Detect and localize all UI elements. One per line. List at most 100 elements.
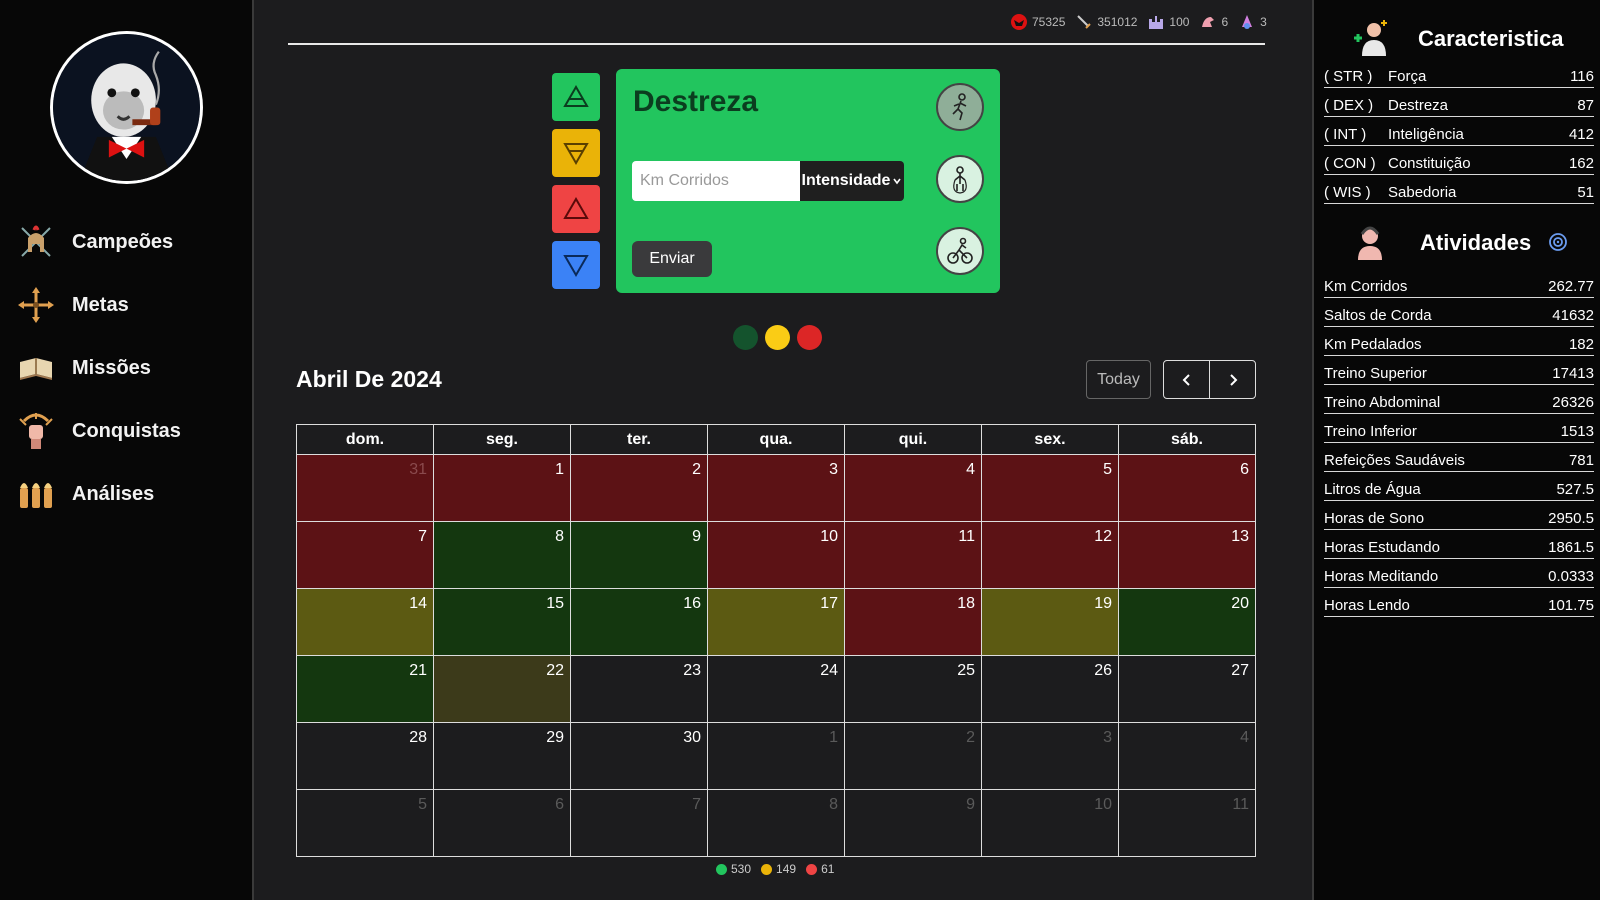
weekday-header: dom. <box>296 424 434 455</box>
fire-element-button[interactable] <box>552 185 600 233</box>
air-element-button[interactable] <box>552 73 600 121</box>
running-activity-button[interactable] <box>936 83 984 131</box>
activity-row: Horas Estudando 1861.5 <box>1324 537 1594 559</box>
water-element-button[interactable] <box>552 241 600 289</box>
monkey-logo[interactable] <box>50 31 203 184</box>
activity-value: 17413 <box>1552 365 1594 382</box>
calendar-day-cell[interactable]: 19 <box>981 588 1119 656</box>
calendar-day-cell[interactable]: 2 <box>570 454 708 522</box>
attribute-name: Sabedoria <box>1388 184 1457 201</box>
calendar-day-cell[interactable]: 8 <box>707 789 845 857</box>
legend-item: 530 <box>716 862 751 876</box>
fire-triangle-icon <box>563 197 589 219</box>
red-filter-dot[interactable] <box>797 325 822 350</box>
monkey-logo-icon <box>53 34 200 181</box>
spartan-helmet-icon <box>16 222 56 262</box>
nav-item-analises[interactable]: Análises <box>16 470 236 518</box>
today-button[interactable]: Today <box>1086 360 1151 399</box>
jump-rope-activity-button[interactable] <box>936 155 984 203</box>
calendar-day-cell[interactable]: 28 <box>296 722 434 790</box>
attribute-abbr: ( INT ) <box>1324 126 1367 143</box>
activity-row: Treino Inferior 1513 <box>1324 421 1594 443</box>
activity-name: Refeições Saudáveis <box>1324 452 1465 469</box>
calendar-day-cell[interactable]: 16 <box>570 588 708 656</box>
character-plus-icon <box>1350 18 1390 58</box>
activity-value: 101.75 <box>1548 597 1594 614</box>
green-dot-icon <box>716 863 727 875</box>
calendar-day-cell[interactable]: 12 <box>981 521 1119 589</box>
calendar-day-cell[interactable]: 3 <box>981 722 1119 790</box>
weekday-header: ter. <box>570 424 708 455</box>
nav-label: Análises <box>72 482 155 505</box>
calendar-day-cell[interactable]: 14 <box>296 588 434 656</box>
activity-value: 1513 <box>1560 423 1594 440</box>
calendar-day-cell[interactable]: 4 <box>844 454 982 522</box>
km-input[interactable] <box>632 161 800 201</box>
calendar-day-cell[interactable]: 5 <box>296 789 434 857</box>
calendar-day-cell[interactable]: 3 <box>707 454 845 522</box>
calendar-day-cell[interactable]: 8 <box>433 521 571 589</box>
calendar-day-cell[interactable]: 26 <box>981 655 1119 723</box>
calendar-day-cell[interactable]: 21 <box>296 655 434 723</box>
intensity-label: Intensidade <box>801 172 891 189</box>
calendar-day-cell[interactable]: 6 <box>1118 454 1256 522</box>
next-month-button[interactable] <box>1209 360 1256 399</box>
send-button[interactable]: Enviar <box>632 241 712 277</box>
runner-icon <box>952 93 967 121</box>
nav-item-metas[interactable]: Metas <box>16 281 236 329</box>
calendar-day-cell[interactable]: 29 <box>433 722 571 790</box>
activity-name: Litros de Água <box>1324 481 1421 498</box>
calendar-day-cell[interactable]: 20 <box>1118 588 1256 656</box>
calendar-day-cell[interactable]: 1 <box>707 722 845 790</box>
calendar-day-cell[interactable]: 4 <box>1118 722 1256 790</box>
calendar-day-cell[interactable]: 10 <box>981 789 1119 857</box>
calendar-day-cell[interactable]: 13 <box>1118 521 1256 589</box>
calendar-day-cell[interactable]: 15 <box>433 588 571 656</box>
calendar-day-cell[interactable]: 7 <box>296 521 434 589</box>
calendar-day-cell[interactable]: 5 <box>981 454 1119 522</box>
nav-item-missoes[interactable]: Missões <box>16 344 236 392</box>
activity-name: Horas Estudando <box>1324 539 1440 556</box>
activity-row: Horas Meditando 0.0333 <box>1324 566 1594 588</box>
calendar-day-cell[interactable]: 1 <box>433 454 571 522</box>
cycling-activity-button[interactable] <box>936 227 984 275</box>
earth-element-button[interactable] <box>552 129 600 177</box>
attribute-value: 412 <box>1568 126 1594 143</box>
attribute-value: 116 <box>1570 68 1594 85</box>
calendar-day-cell[interactable]: 17 <box>707 588 845 656</box>
stat-item: 75325 <box>1010 13 1065 31</box>
calendar-day-cell[interactable]: 23 <box>570 655 708 723</box>
calendar-day-cell[interactable]: 9 <box>570 521 708 589</box>
activity-row: Km Corridos 262.77 <box>1324 276 1594 298</box>
stat-item: 351012 <box>1075 13 1137 31</box>
calendar-day-cell[interactable]: 31 <box>296 454 434 522</box>
calendar-week-row: 5 6 7 8 9 10 11 <box>296 789 1256 857</box>
intensity-select[interactable]: Intensidade <box>800 161 904 201</box>
calendar-day-cell[interactable]: 24 <box>707 655 845 723</box>
calendar-day-cell[interactable]: 30 <box>570 722 708 790</box>
calendar-day-cell[interactable]: 2 <box>844 722 982 790</box>
calendar-day-cell[interactable]: 10 <box>707 521 845 589</box>
calendar-day-cell[interactable]: 9 <box>844 789 982 857</box>
calendar-day-cell[interactable]: 18 <box>844 588 982 656</box>
nav-item-conquistas[interactable]: Conquistas <box>16 407 236 455</box>
yellow-filter-dot[interactable] <box>765 325 790 350</box>
green-filter-dot[interactable] <box>733 325 758 350</box>
calendar-week-row: 14 15 16 17 18 19 20 <box>296 588 1256 656</box>
calendar-day-cell[interactable]: 27 <box>1118 655 1256 723</box>
attribute-abbr: ( STR ) <box>1324 68 1373 85</box>
stat-value: 100 <box>1169 15 1190 29</box>
calendar-day-cell[interactable]: 7 <box>570 789 708 857</box>
calendar-day-cell[interactable]: 25 <box>844 655 982 723</box>
dragon-icon <box>1202 17 1215 27</box>
calendar-week-row: 31 1 2 3 4 5 6 <box>296 454 1256 522</box>
calendar-day-cell[interactable]: 6 <box>433 789 571 857</box>
nav-item-campeoes[interactable]: Campeões <box>16 218 236 266</box>
calendar-day-cell[interactable]: 11 <box>1118 789 1256 857</box>
calendar-day-cell[interactable]: 22 <box>433 655 571 723</box>
activity-value: 26326 <box>1552 394 1594 411</box>
calendar-day-cell[interactable]: 11 <box>844 521 982 589</box>
activity-value: 527.5 <box>1556 481 1594 498</box>
prev-month-button[interactable] <box>1163 360 1210 399</box>
target-settings-icon[interactable] <box>1548 232 1568 252</box>
